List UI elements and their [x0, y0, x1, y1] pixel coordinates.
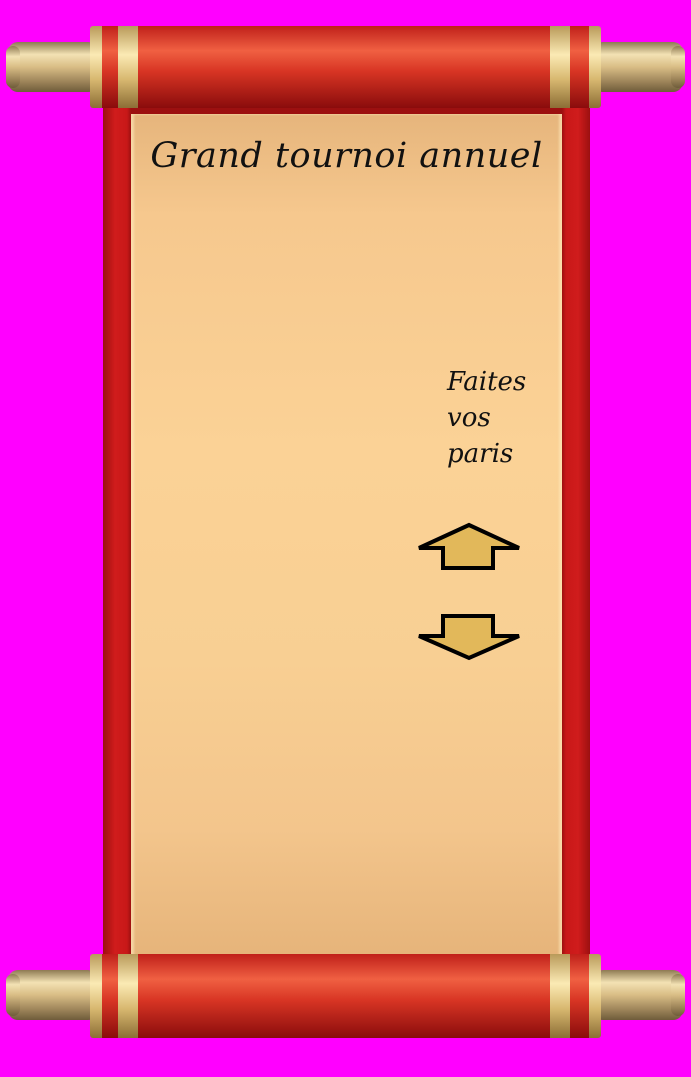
game-scene: Grand tournoi annuel Faites vos paris	[0, 0, 691, 1077]
scroll-top-rod	[6, 26, 685, 108]
left-handle	[6, 42, 98, 92]
page-title: Grand tournoi annuel	[150, 136, 543, 176]
right-handle	[593, 42, 685, 92]
bet-prompt-line: vos	[447, 403, 491, 433]
scroll-bottom-rod	[6, 954, 685, 1038]
arrow-up-icon[interactable]	[416, 522, 522, 572]
arrow-down-icon[interactable]	[416, 612, 522, 662]
bet-prompt: Faites vos paris	[447, 364, 557, 472]
bet-prompt-line: paris	[447, 439, 514, 469]
left-handle	[6, 970, 98, 1020]
bet-prompt-line: Faites	[447, 367, 527, 397]
right-handle	[593, 970, 685, 1020]
